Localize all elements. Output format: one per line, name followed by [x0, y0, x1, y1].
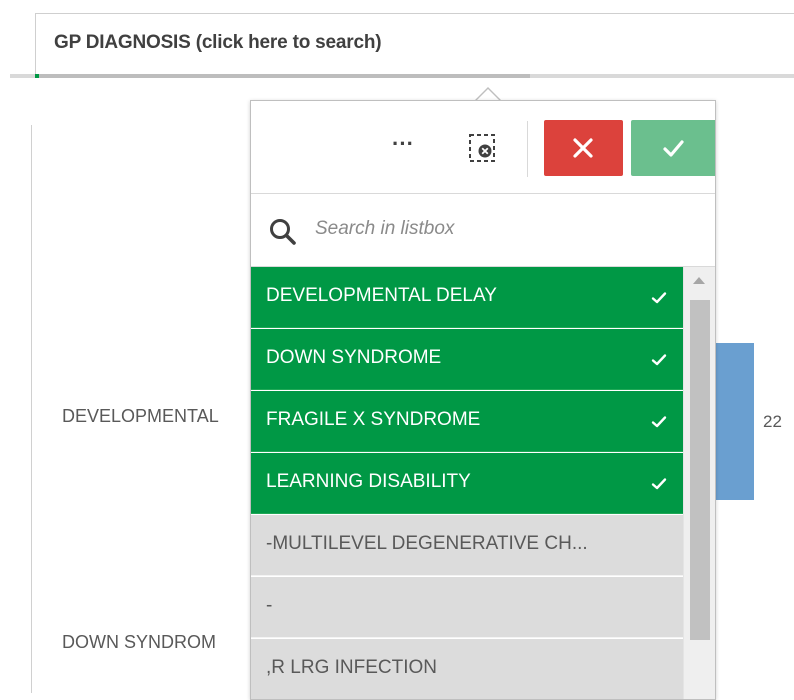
chart-bar-value: 22 — [763, 412, 782, 431]
ellipsis-icon: ··· — [392, 131, 414, 156]
checkmark-icon — [663, 140, 684, 157]
chart-axis — [31, 125, 32, 693]
list-item[interactable]: DEVELOPMENTAL DELAY — [251, 267, 683, 328]
checkmark-icon — [651, 416, 667, 428]
list-item[interactable]: FRAGILE X SYNDROME — [251, 391, 683, 452]
list-item[interactable]: ,R LRG INFECTION — [251, 639, 683, 699]
list-item-label: -MULTILEVEL DEGENERATIVE CH... — [266, 533, 588, 554]
clear-selection-icon — [469, 134, 495, 162]
selection-state-fill — [35, 74, 530, 78]
checkmark-icon — [651, 478, 667, 490]
cancel-selection-button[interactable] — [544, 120, 623, 176]
list-item-label: - — [266, 595, 273, 616]
filter-title[interactable]: GP DIAGNOSIS (click here to search) — [54, 32, 382, 54]
chart-category-label: DEVELOPMENTAL — [62, 406, 219, 426]
listbox-search-row — [251, 194, 715, 267]
listbox-toolbar: ··· — [251, 101, 715, 194]
selection-state-marker — [35, 74, 39, 78]
listbox-scrollbar[interactable] — [683, 267, 715, 699]
confirm-selection-button[interactable] — [631, 120, 715, 176]
list-item[interactable]: DOWN SYNDROME — [251, 329, 683, 390]
list-item-label: DOWN SYNDROME — [266, 347, 442, 368]
checkmark-icon — [651, 354, 667, 366]
close-icon — [573, 138, 593, 158]
list-item-label: LEARNING DISABILITY — [266, 471, 471, 492]
list-item-label: ,R LRG INFECTION — [266, 657, 438, 678]
list-item-label: FRAGILE X SYNDROME — [266, 409, 481, 430]
listbox-popover: ··· DEVELOPMENTAL D — [250, 100, 716, 700]
scroll-thumb[interactable] — [690, 300, 710, 640]
filter-pane-header[interactable]: GP DIAGNOSIS (click here to search) — [35, 13, 794, 75]
list-item-label: DEVELOPMENTAL DELAY — [266, 285, 497, 306]
scroll-up-arrow-icon[interactable] — [693, 277, 705, 284]
search-icon — [270, 219, 296, 245]
selection-state-bar — [35, 74, 794, 78]
more-options-button[interactable]: ··· — [381, 131, 425, 165]
left-tab-strip — [10, 74, 35, 78]
chart-category-label: DOWN SYNDROM — [62, 632, 216, 652]
list-item[interactable]: - — [251, 577, 683, 638]
list-item[interactable]: -MULTILEVEL DEGENERATIVE CH... — [251, 515, 683, 576]
list-item[interactable]: LEARNING DISABILITY — [251, 453, 683, 514]
toolbar-divider — [527, 121, 528, 177]
listbox-search-input[interactable] — [315, 214, 695, 244]
checkmark-icon — [651, 292, 667, 304]
clear-selections-button[interactable] — [466, 131, 500, 165]
listbox-items: DEVELOPMENTAL DELAY DOWN SYNDROME FRAGIL… — [251, 267, 683, 699]
